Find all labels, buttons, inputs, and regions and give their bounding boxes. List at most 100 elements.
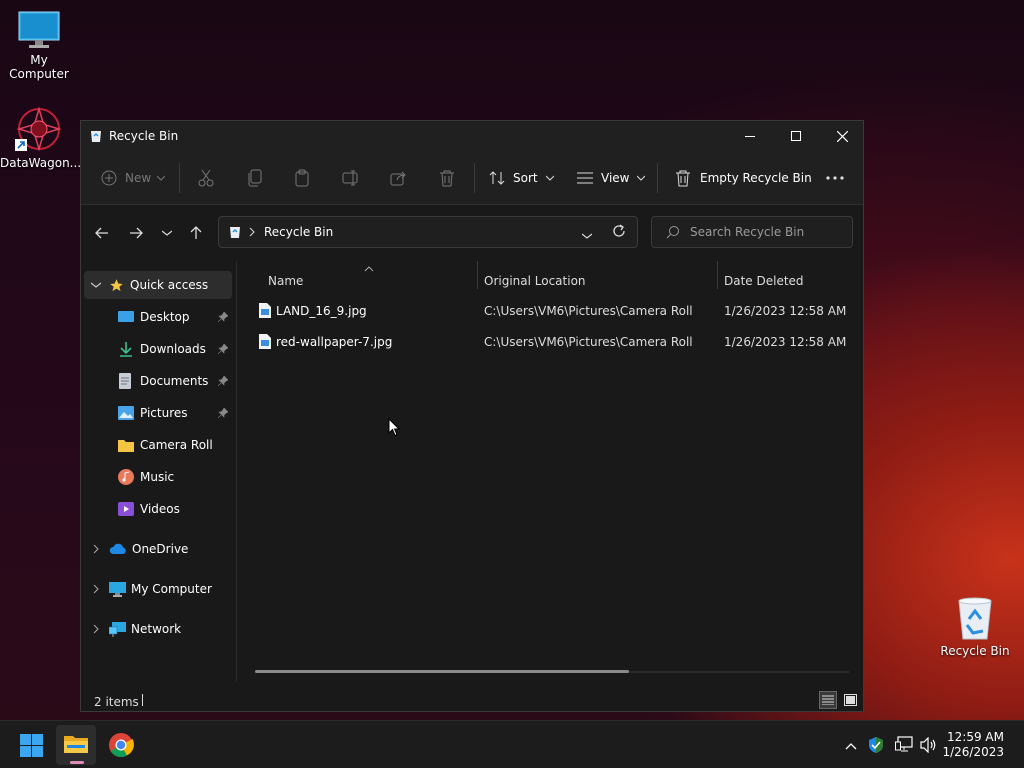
sidebar-item-onedrive[interactable]: OneDrive: [90, 535, 230, 563]
paste-button[interactable]: [294, 166, 310, 190]
sidebar-item-label: Pictures: [140, 406, 188, 420]
new-button[interactable]: New: [101, 166, 166, 190]
network-icon: [109, 621, 126, 637]
clock[interactable]: 12:59 AM 1/26/2023: [942, 730, 1004, 760]
sidebar-item-network[interactable]: Network: [90, 615, 230, 643]
chevron-down-icon: [91, 282, 101, 288]
sidebar-item-desktop[interactable]: Desktop: [118, 303, 234, 331]
refresh-button[interactable]: [612, 224, 626, 241]
back-button[interactable]: [90, 221, 114, 245]
address-dropdown-button[interactable]: [581, 228, 593, 242]
file-row[interactable]: red-wallpaper-7.jpg C:\Users\VM6\Picture…: [241, 327, 851, 357]
close-button[interactable]: [819, 121, 865, 151]
search-box[interactable]: [651, 216, 853, 248]
file-date-deleted: 1/26/2023 12:58 AM: [724, 335, 847, 349]
file-row[interactable]: LAND_16_9.jpg C:\Users\VM6\Pictures\Came…: [241, 296, 851, 326]
chevron-right-icon: [93, 584, 99, 594]
sidebar-item-downloads[interactable]: Downloads: [118, 335, 234, 363]
minimize-button[interactable]: [727, 121, 773, 151]
recycle-bin-small-icon: [229, 225, 241, 242]
explorer-window: Recycle Bin New Sort View Empty Recycle …: [80, 120, 864, 712]
recent-locations-button[interactable]: [155, 221, 179, 245]
minimize-icon: [745, 136, 755, 137]
show-hidden-icons-button[interactable]: [845, 739, 857, 753]
desktop-icon-label: My Computer: [9, 53, 69, 81]
details-view-icon: [822, 695, 834, 705]
network-monitor-icon: [895, 736, 913, 752]
address-path[interactable]: Recycle Bin: [264, 225, 333, 239]
new-label: New: [125, 171, 152, 185]
sidebar-item-documents[interactable]: Documents: [118, 367, 234, 395]
sidebar-item-my-computer[interactable]: My Computer: [90, 575, 230, 603]
toolbar-divider: [474, 163, 475, 193]
taskbar-file-explorer[interactable]: [56, 725, 96, 765]
column-divider[interactable]: [477, 261, 478, 289]
pane-splitter[interactable]: [236, 261, 237, 681]
address-bar[interactable]: Recycle Bin: [218, 216, 638, 248]
command-bar: New Sort View Empty Recycle Bin: [81, 151, 863, 205]
forward-button[interactable]: [124, 221, 148, 245]
monitor-icon: [109, 581, 126, 597]
sidebar-item-camera-roll[interactable]: Camera Roll: [118, 431, 234, 459]
desktop-folder-icon: [118, 311, 134, 322]
pin-icon: [217, 375, 229, 389]
recycle-bin-small-icon: [90, 129, 102, 146]
volume-tray-icon[interactable]: [920, 736, 938, 756]
desktop-icon-label: DataWagon...: [0, 156, 82, 170]
desktop-icon-my-computer[interactable]: My Computer: [0, 10, 78, 81]
music-icon: [118, 469, 134, 485]
details-view-button[interactable]: [819, 691, 837, 709]
column-header-original-location[interactable]: Original Location: [484, 274, 586, 288]
security-tray-icon[interactable]: [868, 736, 884, 757]
window-title: Recycle Bin: [109, 129, 179, 143]
delete-button[interactable]: [439, 166, 455, 190]
chevron-down-icon: [637, 175, 646, 181]
sort-button[interactable]: Sort: [489, 166, 554, 190]
file-list: Name Original Location Date Deleted LAND…: [241, 261, 861, 686]
column-header-name[interactable]: Name: [268, 274, 303, 288]
sidebar-item-label: Downloads: [140, 342, 206, 356]
start-button[interactable]: [20, 734, 43, 760]
title-bar[interactable]: Recycle Bin: [81, 121, 863, 151]
video-icon: [118, 502, 134, 516]
sort-icon: [489, 171, 505, 185]
sidebar-item-pictures[interactable]: Pictures: [118, 399, 234, 427]
sidebar-item-quick-access[interactable]: Quick access: [84, 271, 232, 299]
maximize-button[interactable]: [773, 121, 819, 151]
scissors-icon: [198, 169, 214, 187]
image-file-icon: [259, 303, 271, 318]
more-dots-icon: [826, 176, 844, 180]
rename-button[interactable]: [342, 166, 360, 190]
toolbar-divider: [657, 163, 658, 193]
copy-button[interactable]: [247, 166, 263, 190]
sort-label: Sort: [513, 171, 538, 185]
picture-icon: [118, 406, 134, 420]
file-original-location: C:\Users\VM6\Pictures\Camera Roll: [484, 304, 693, 318]
chevron-down-icon: [162, 230, 172, 236]
large-icons-view-button[interactable]: [841, 691, 859, 709]
horizontal-scrollbar-thumb[interactable]: [255, 670, 629, 673]
arrow-left-icon: [95, 227, 108, 239]
folder-icon: [118, 440, 134, 452]
column-divider[interactable]: [717, 261, 718, 289]
desktop-icon-datawagon[interactable]: DataWagon...: [0, 105, 82, 170]
empty-recycle-bin-button[interactable]: Empty Recycle Bin: [675, 166, 812, 190]
sidebar-item-music[interactable]: Music: [118, 463, 234, 491]
sidebar-item-label: Documents: [140, 374, 209, 388]
up-button[interactable]: [184, 221, 208, 245]
view-button[interactable]: View: [577, 166, 646, 190]
sort-ascending-icon: [364, 261, 374, 275]
cut-button[interactable]: [198, 166, 214, 190]
more-options-button[interactable]: [826, 166, 844, 190]
column-header-date-deleted[interactable]: Date Deleted: [724, 274, 804, 288]
status-bar: 2 items: [81, 687, 863, 711]
chevron-right-icon: [93, 544, 99, 554]
network-tray-icon[interactable]: [895, 736, 913, 755]
clock-date: 1/26/2023: [942, 745, 1004, 759]
sidebar-item-videos[interactable]: Videos: [118, 495, 234, 523]
share-button[interactable]: [390, 166, 408, 190]
search-input[interactable]: [690, 223, 840, 241]
trash-icon: [440, 170, 454, 187]
taskbar-chrome[interactable]: [108, 732, 134, 761]
desktop-icon-recycle-bin[interactable]: Recycle Bin: [936, 595, 1014, 658]
